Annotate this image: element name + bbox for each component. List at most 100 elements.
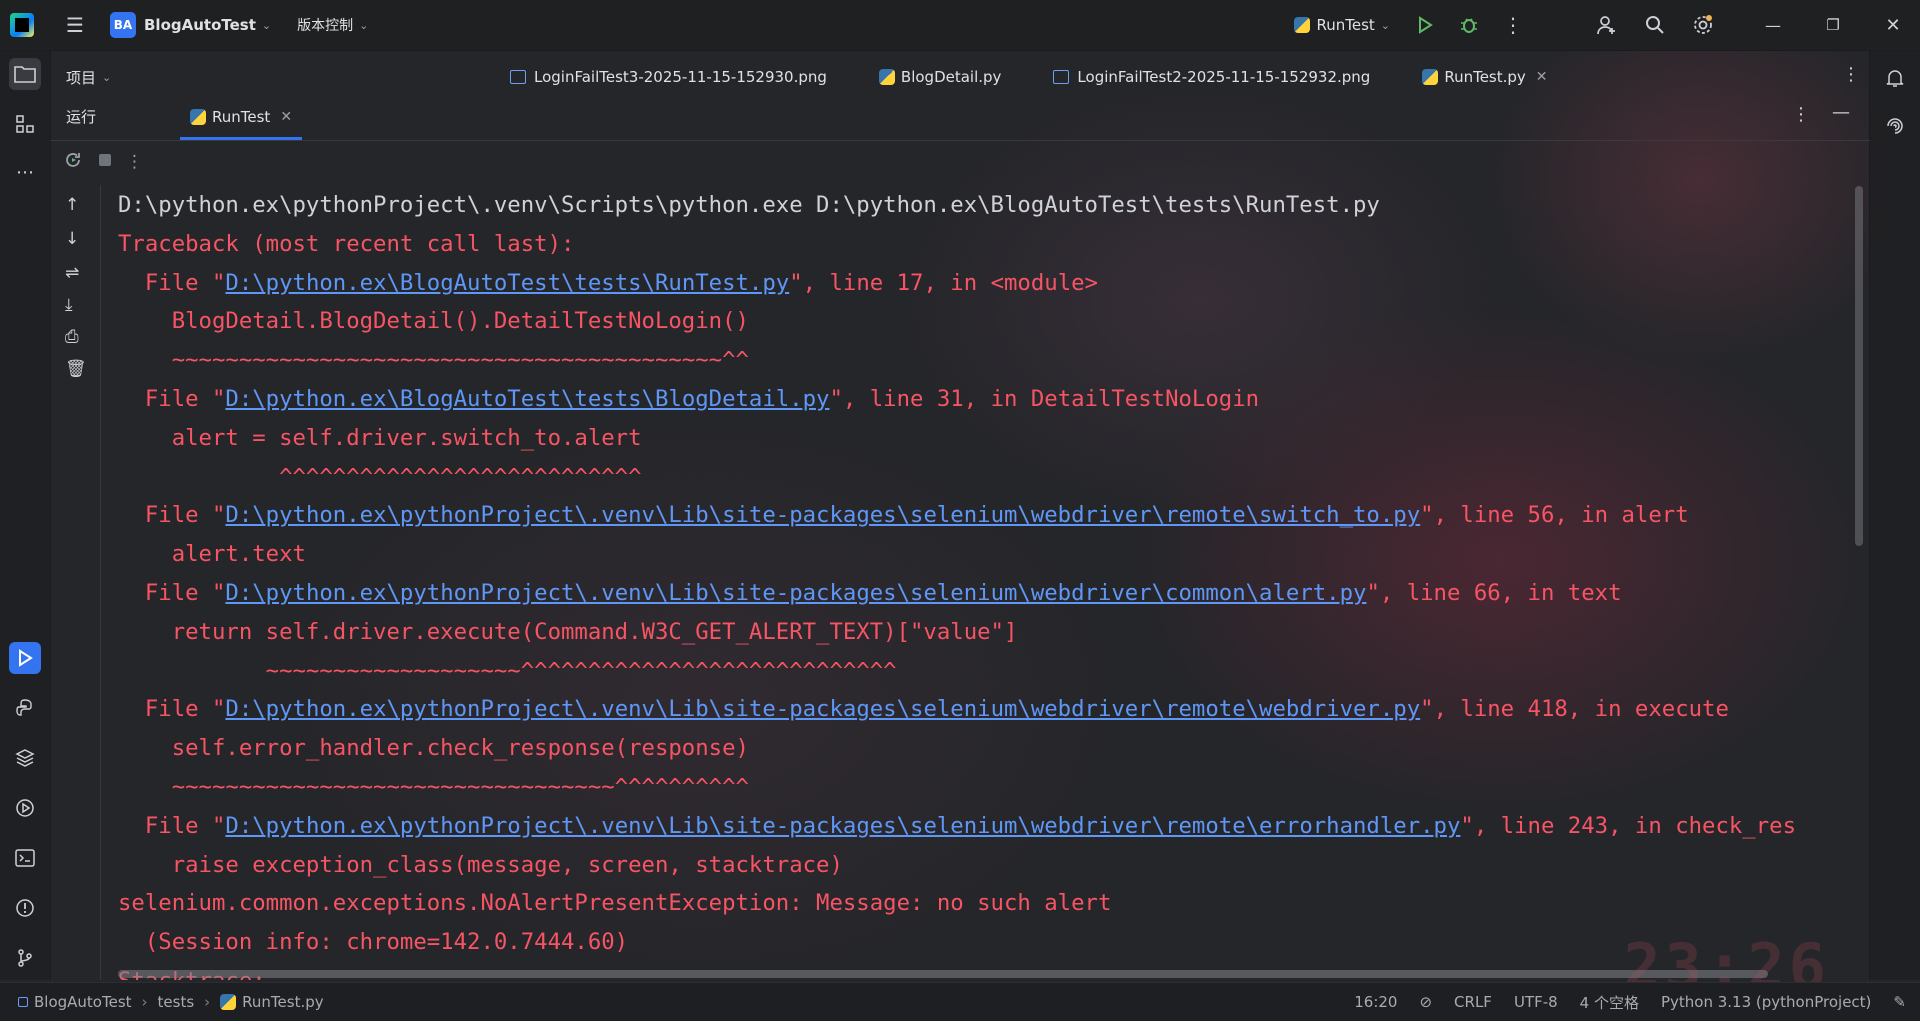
cursor-position[interactable]: 16:20 <box>1354 993 1397 1011</box>
breadcrumb-item[interactable]: BlogAutoTest <box>34 993 132 1011</box>
file-encoding[interactable]: UTF-8 <box>1514 993 1558 1011</box>
chevron-down-icon[interactable]: ⌄ <box>359 19 368 32</box>
image-file-icon <box>1053 70 1070 84</box>
run-toolbar: ⋮ <box>50 142 1870 182</box>
tabs-more-icon[interactable]: ⋮ <box>1842 64 1860 85</box>
console-text: File " <box>118 385 226 412</box>
breadcrumb-item[interactable]: RunTest.py <box>242 993 323 1011</box>
run-tab[interactable]: RunTest ✕ <box>180 96 303 140</box>
console-line: (Session info: chrome=142.0.7444.60) <box>118 923 1868 962</box>
python-console-icon[interactable] <box>9 692 41 724</box>
soft-wrap-icon[interactable]: ⇌ <box>65 263 79 283</box>
project-name[interactable]: BlogAutoTest <box>144 16 256 34</box>
chevron-down-icon[interactable]: ⌄ <box>262 19 271 32</box>
console-text: ~~~~~~~~~~~~~~~~~~~^^^^^^^^^^^^^^^^^^^^^… <box>118 657 897 684</box>
run-config-selector[interactable]: RunTest ⌄ <box>1294 16 1390 34</box>
close-tab-icon[interactable]: ✕ <box>280 109 292 125</box>
run-tool-icon[interactable] <box>9 642 41 674</box>
console-line: File "D:\python.ex\pythonProject\.venv\L… <box>118 690 1868 729</box>
layers-icon[interactable] <box>9 742 41 774</box>
inspections-off-icon[interactable]: ⊘ <box>1419 993 1432 1011</box>
chevron-right-icon: › <box>204 993 211 1011</box>
console-text: ^^^^^^^^^^^^^^^^^^^^^^^^^^^ <box>118 463 642 490</box>
read-only-toggle-icon[interactable]: ✎ <box>1893 993 1906 1011</box>
breadcrumb-item[interactable]: tests <box>158 993 195 1011</box>
restore-icon[interactable]: ❐ <box>1818 10 1848 40</box>
file-link[interactable]: D:\python.ex\BlogAutoTest\tests\RunTest.… <box>225 270 789 296</box>
console-line: ^^^^^^^^^^^^^^^^^^^^^^^^^^^ <box>118 458 1868 497</box>
close-icon[interactable]: ✕ <box>1878 10 1908 40</box>
editor-tab[interactable]: BlogDetail.py <box>878 68 1002 86</box>
console-text: BlogDetail.BlogDetail().DetailTestNoLogi… <box>118 308 749 335</box>
clear-all-icon[interactable]: 🗑 <box>65 359 87 379</box>
scroll-down-icon[interactable]: ↓ <box>65 229 79 249</box>
git-icon[interactable] <box>9 942 41 974</box>
scroll-up-icon[interactable]: ↑ <box>65 195 79 215</box>
run-window-header: 运行 RunTest ✕ ⋮ — <box>50 96 1870 141</box>
title-bar: ☰ BA BlogAutoTest ⌄ 版本控制 ⌄ RunTest ⌄ ⋮ —… <box>0 0 1920 51</box>
console-line: ~~~~~~~~~~~~~~~~~~~~~~~~~~~~~~~~~~~~~~~~… <box>118 341 1868 380</box>
console-output[interactable]: D:\python.ex\pythonProject\.venv\Scripts… <box>118 186 1868 980</box>
services-icon[interactable] <box>9 792 41 824</box>
debug-icon[interactable] <box>1454 10 1484 40</box>
console-text: alert.text <box>118 541 306 568</box>
file-link[interactable]: D:\python.ex\pythonProject\.venv\Lib\sit… <box>225 696 1420 722</box>
image-file-icon <box>510 70 526 84</box>
project-panel-header[interactable]: 项目 ⌄ <box>50 58 111 96</box>
search-icon[interactable] <box>1640 10 1670 40</box>
console-line: raise exception_class(message, screen, s… <box>118 846 1868 885</box>
editor-tab[interactable]: LoginFailTest3-2025-11-15-152930.png <box>510 68 827 86</box>
vcs-menu[interactable]: 版本控制 <box>297 15 353 35</box>
file-link[interactable]: D:\python.ex\pythonProject\.venv\Lib\sit… <box>225 580 1366 606</box>
add-user-icon[interactable] <box>1592 10 1622 40</box>
problems-icon[interactable] <box>9 892 41 924</box>
console-text: (Session info: chrome=142.0.7444.60) <box>118 929 629 956</box>
project-tool-icon[interactable] <box>9 58 41 90</box>
status-bar: BlogAutoTest › tests › RunTest.py 16:20 … <box>0 982 1920 1021</box>
console-line: alert.text <box>118 535 1868 574</box>
line-separator[interactable]: CRLF <box>1454 993 1492 1011</box>
close-tab-icon[interactable]: ✕ <box>1536 69 1548 85</box>
minimize-icon[interactable]: — <box>1758 10 1788 40</box>
console-text: ", line 17, in <module> <box>789 269 1098 296</box>
run-icon[interactable] <box>1410 10 1440 40</box>
structure-tool-icon[interactable] <box>9 108 41 140</box>
console-text: ~~~~~~~~~~~~~~~~~~~~~~~~~~~~~~~~~~~~~~~~… <box>118 347 749 374</box>
stop-icon[interactable] <box>98 152 112 172</box>
editor-tab-active[interactable]: RunTest.py ✕ <box>1422 68 1548 86</box>
file-link[interactable]: D:\python.ex\BlogAutoTest\tests\BlogDeta… <box>225 386 829 412</box>
console-text: raise exception_class(message, screen, s… <box>118 851 843 878</box>
hide-panel-icon[interactable]: — <box>1832 102 1850 123</box>
console-line: File "D:\python.ex\pythonProject\.venv\L… <box>118 496 1868 535</box>
more-tools-icon[interactable]: ⋯ <box>9 156 41 188</box>
terminal-icon[interactable] <box>9 842 41 874</box>
console-text: File " <box>118 269 226 296</box>
console-text: File " <box>118 502 226 529</box>
indent-setting[interactable]: 4 个空格 <box>1580 992 1639 1013</box>
editor-tab-label: LoginFailTest2-2025-11-15-152932.png <box>1077 68 1371 86</box>
editor-tab[interactable]: LoginFailTest2-2025-11-15-152932.png <box>1053 68 1370 86</box>
editor-tab-label: BlogDetail.py <box>900 68 1002 86</box>
console-line: return self.driver.execute(Command.W3C_G… <box>118 613 1868 652</box>
vertical-scrollbar[interactable] <box>1855 186 1863 546</box>
console-text: ~~~~~~~~~~~~~~~~~~~~~~~~~~~~~~~~~^^^^^^^… <box>118 773 749 800</box>
ai-assistant-icon[interactable] <box>1879 110 1911 142</box>
editor-tab-label: RunTest.py <box>1444 68 1526 86</box>
more-actions-icon[interactable]: ⋮ <box>1498 10 1528 40</box>
project-badge[interactable]: BA <box>110 12 136 38</box>
run-options-icon[interactable]: ⋮ <box>1792 104 1810 125</box>
horizontal-scrollbar[interactable] <box>118 970 1768 978</box>
pycharm-logo-icon <box>10 13 34 37</box>
console-text: ", line 31, in DetailTestNoLogin <box>829 385 1260 412</box>
print-icon[interactable]: ⎙ <box>65 327 79 347</box>
file-link[interactable]: D:\python.ex\pythonProject\.venv\Lib\sit… <box>225 813 1460 839</box>
scroll-to-end-icon[interactable]: ⤓ <box>65 295 73 315</box>
notifications-icon[interactable] <box>1879 62 1911 94</box>
file-link[interactable]: D:\python.ex\pythonProject\.venv\Lib\sit… <box>225 502 1420 528</box>
rerun-icon[interactable] <box>64 151 82 174</box>
more-actions-icon[interactable]: ⋮ <box>126 152 143 172</box>
python-interpreter[interactable]: Python 3.13 (pythonProject) <box>1661 993 1871 1011</box>
settings-icon[interactable] <box>1688 10 1718 40</box>
main-menu-icon[interactable]: ☰ <box>60 10 90 40</box>
run-window-title: 运行 <box>66 108 97 126</box>
